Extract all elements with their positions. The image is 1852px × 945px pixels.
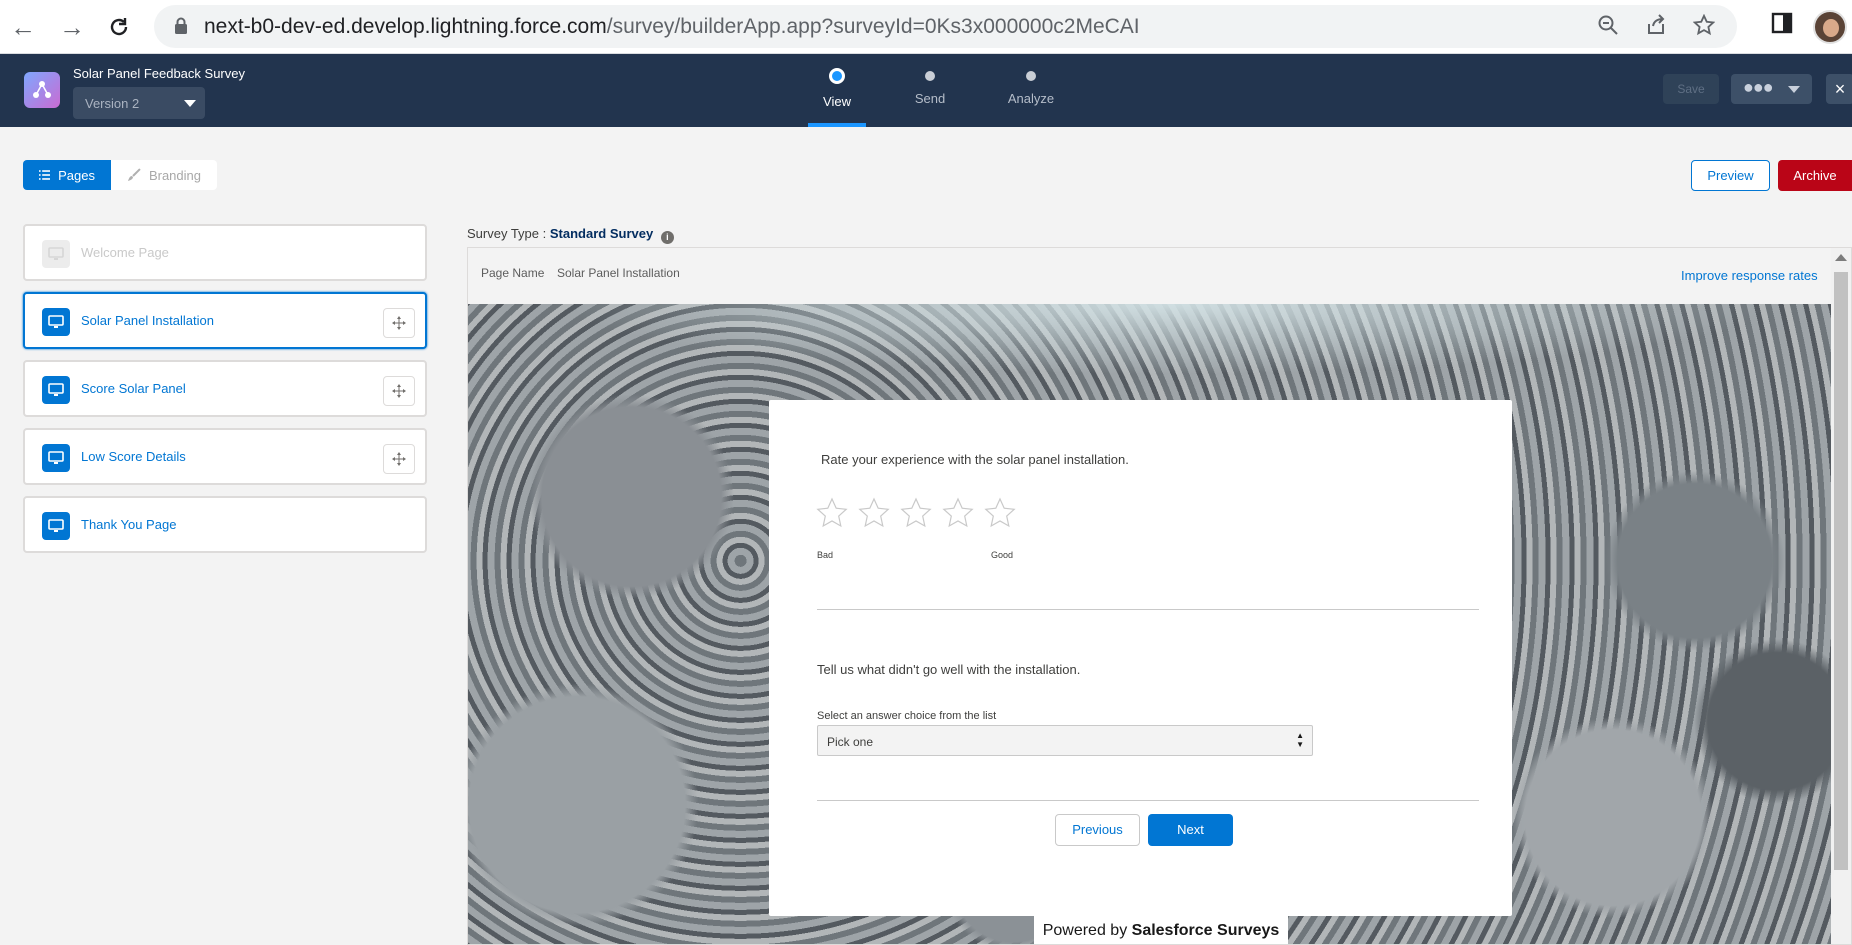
active-tab-indicator bbox=[808, 123, 866, 127]
page-item-welcome[interactable]: Welcome Page bbox=[23, 224, 427, 281]
move-icon bbox=[392, 452, 406, 466]
archive-button[interactable]: Archive bbox=[1778, 160, 1852, 191]
next-button[interactable]: Next bbox=[1148, 814, 1233, 846]
branding-label: Branding bbox=[148, 167, 201, 183]
tab-send-label: Send bbox=[914, 91, 946, 106]
canvas-header: Page Name Solar Panel Installation Impro… bbox=[468, 248, 1831, 304]
tab-analyze[interactable]: Analyze bbox=[1000, 54, 1062, 127]
survey-canvas: Page Name Solar Panel Installation Impro… bbox=[467, 247, 1852, 945]
survey-type: Survey Type : Standard Survey i bbox=[467, 226, 674, 244]
divider bbox=[817, 609, 1479, 610]
scroll-up-icon[interactable] bbox=[1835, 254, 1847, 261]
brush-icon bbox=[127, 168, 141, 181]
monitor-icon bbox=[42, 376, 70, 404]
star-icon[interactable] bbox=[984, 497, 1016, 529]
canvas-scrollbar[interactable] bbox=[1831, 248, 1851, 944]
page-item-label: Low Score Details bbox=[81, 449, 186, 464]
address-bar[interactable]: next-b0-dev-ed.develop.lightning.force.c… bbox=[154, 5, 1737, 48]
picklist-label: Select an answer choice from the list bbox=[817, 710, 997, 722]
lock-icon bbox=[175, 17, 187, 34]
move-page-button[interactable] bbox=[383, 444, 415, 474]
survey-title: Solar Panel Feedback Survey bbox=[73, 66, 245, 81]
page-item-label: Score Solar Panel bbox=[81, 381, 186, 396]
more-dots-icon: ●●● bbox=[1743, 77, 1774, 97]
divider bbox=[817, 800, 1479, 801]
star-icon[interactable] bbox=[858, 497, 890, 529]
page-item-label: Welcome Page bbox=[81, 245, 169, 260]
monitor-icon bbox=[42, 240, 70, 268]
save-button[interactable]: Save bbox=[1663, 74, 1719, 104]
survey-question-card: Rate your experience with the solar pane… bbox=[769, 400, 1512, 916]
move-icon bbox=[392, 316, 406, 330]
version-dropdown[interactable]: Version 2 bbox=[73, 87, 205, 119]
zoom-icon[interactable] bbox=[1597, 14, 1619, 42]
select-arrows-icon: ▲ ▼ bbox=[1296, 731, 1304, 749]
star-icon[interactable] bbox=[942, 497, 974, 529]
pages-button[interactable]: Pages bbox=[23, 160, 111, 190]
improve-response-rates-link[interactable]: Improve response rates bbox=[1681, 268, 1818, 283]
side-panel-icon[interactable] bbox=[1771, 12, 1793, 40]
move-page-button[interactable] bbox=[383, 308, 415, 338]
tab-view-label: View bbox=[823, 94, 851, 109]
picklist-value: Pick one bbox=[827, 735, 874, 749]
survey-app-logo bbox=[24, 72, 60, 108]
page-item-label: Solar Panel Installation bbox=[81, 313, 214, 328]
more-actions-button[interactable]: ●●● bbox=[1731, 74, 1812, 104]
pages-label: Pages bbox=[58, 167, 95, 183]
browser-toolbar: ← → next-b0-dev-ed.develop.lightning.for… bbox=[0, 0, 1852, 54]
url-host: next-b0-dev-ed.develop.lightning.force.c… bbox=[204, 15, 607, 38]
powered-brand: Salesforce Surveys bbox=[1131, 922, 1280, 939]
back-icon[interactable]: ← bbox=[6, 10, 40, 44]
monitor-icon bbox=[42, 444, 70, 472]
url-path: /survey/builderApp.app?surveyId=0Ks3x000… bbox=[606, 15, 1140, 38]
tab-send[interactable]: Send bbox=[900, 54, 960, 127]
step-dot-icon bbox=[925, 71, 935, 81]
tab-view[interactable]: View bbox=[808, 54, 866, 127]
page-item-solar-panel-installation[interactable]: Solar Panel Installation bbox=[23, 292, 427, 349]
star-icon[interactable] bbox=[900, 497, 932, 529]
picklist-select[interactable]: Pick one ▲ ▼ bbox=[817, 725, 1313, 756]
question-picklist: Tell us what didn't go well with the ins… bbox=[817, 662, 1081, 677]
info-icon[interactable]: i bbox=[660, 231, 674, 244]
step-dot-icon bbox=[1026, 71, 1036, 81]
share-icon[interactable] bbox=[1645, 14, 1667, 42]
reload-icon[interactable] bbox=[102, 10, 136, 44]
powered-by-badge: Powered by Salesforce Surveys bbox=[1034, 915, 1288, 944]
survey-type-value: Standard Survey bbox=[549, 226, 654, 241]
branding-button[interactable]: Branding bbox=[111, 160, 217, 190]
step-dot-icon bbox=[829, 68, 845, 84]
monitor-icon bbox=[42, 308, 70, 336]
page-name-label: Page Name bbox=[481, 266, 545, 280]
star-icon[interactable] bbox=[816, 497, 848, 529]
rating-low-label: Bad bbox=[817, 550, 834, 560]
preview-button[interactable]: Preview bbox=[1691, 160, 1770, 191]
scroll-thumb[interactable] bbox=[1834, 272, 1848, 870]
version-value: Version 2 bbox=[85, 96, 140, 111]
survey-header: Solar Panel Feedback Survey Version 2 Vi… bbox=[0, 54, 1852, 127]
chevron-down-icon bbox=[1788, 86, 1800, 93]
rating-high-label: Good bbox=[991, 550, 1014, 560]
page-item-thank-you[interactable]: Thank You Page bbox=[23, 496, 427, 553]
chevron-down-icon bbox=[184, 100, 196, 107]
tab-analyze-label: Analyze bbox=[1007, 91, 1055, 106]
move-page-button[interactable] bbox=[383, 376, 415, 406]
bookmark-star-icon[interactable] bbox=[1692, 13, 1716, 42]
page-item-score-solar-panel[interactable]: Score Solar Panel bbox=[23, 360, 427, 417]
url-text: next-b0-dev-ed.develop.lightning.force.c… bbox=[204, 15, 1140, 39]
profile-avatar[interactable] bbox=[1813, 10, 1847, 44]
star-rating[interactable] bbox=[816, 497, 1016, 529]
page-item-label: Thank You Page bbox=[81, 517, 177, 532]
forward-icon[interactable]: → bbox=[55, 10, 89, 44]
previous-button[interactable]: Previous bbox=[1055, 814, 1140, 846]
page-item-low-score-details[interactable]: Low Score Details bbox=[23, 428, 427, 485]
survey-type-label: Survey Type : bbox=[467, 226, 547, 241]
question-rating: Rate your experience with the solar pane… bbox=[821, 452, 1129, 467]
page-name-value[interactable]: Solar Panel Installation bbox=[557, 266, 680, 280]
close-button[interactable]: × bbox=[1826, 74, 1852, 104]
powered-prefix: Powered by bbox=[1042, 922, 1132, 939]
monitor-icon bbox=[42, 512, 70, 540]
list-icon bbox=[39, 170, 51, 180]
move-icon bbox=[392, 384, 406, 398]
